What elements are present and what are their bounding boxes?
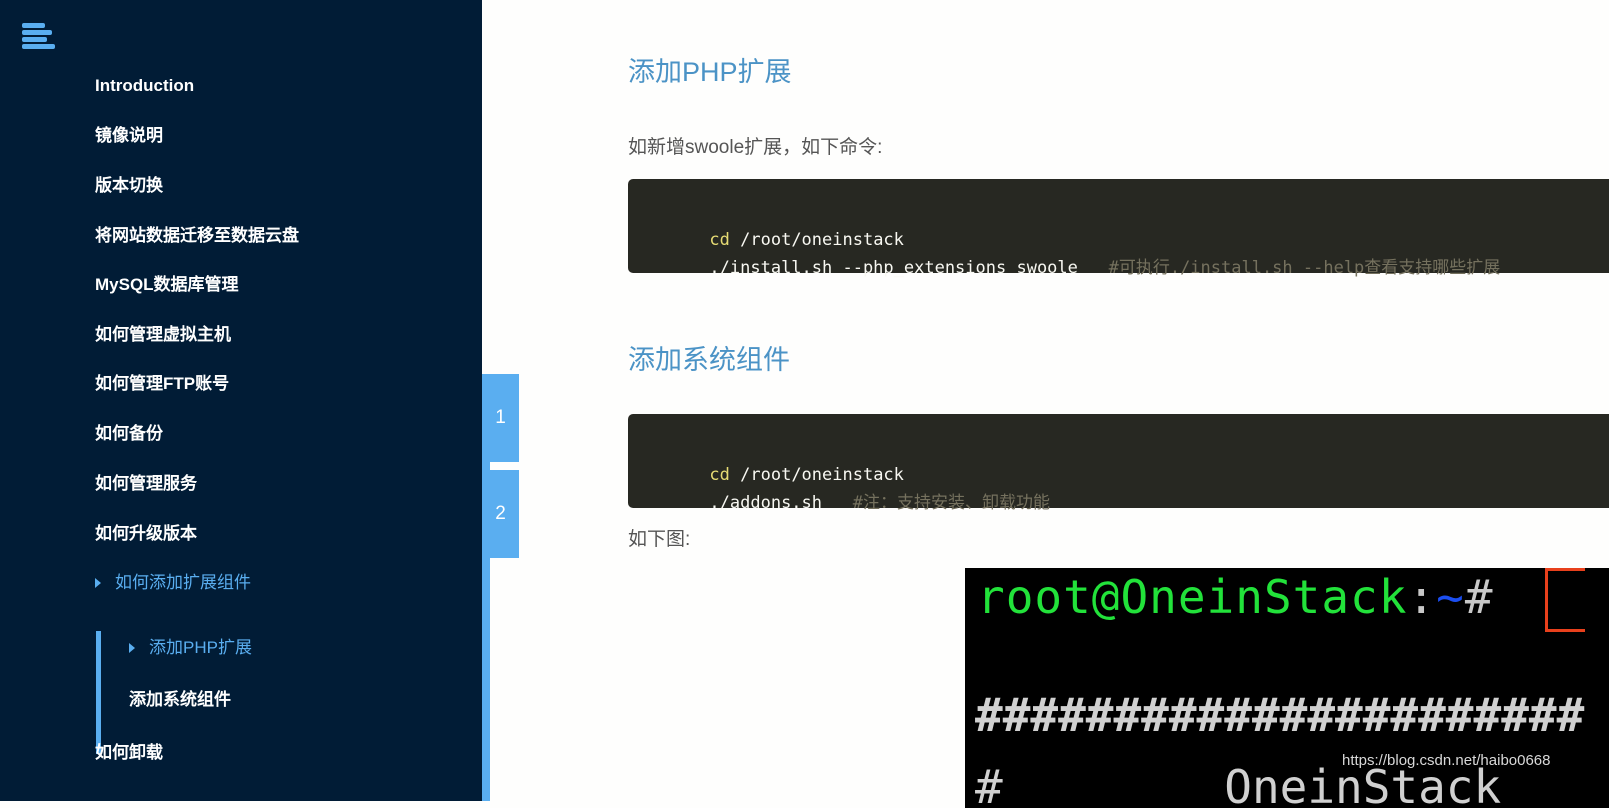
code-block-php-extension: cd /root/oneinstack ./install.sh --php_e… xyxy=(628,179,1609,278)
menu-bar xyxy=(22,37,47,42)
prompt-hash: # xyxy=(1464,570,1494,624)
terminal-prompt: root@OneinStack:~# xyxy=(977,570,1494,624)
image-watermark: https://blog.csdn.net/haibo0668 xyxy=(1342,752,1551,769)
sidebar-item-version-switch[interactable]: 版本切换 xyxy=(95,175,163,197)
sidebar-item-mysql[interactable]: MySQL数据库管理 xyxy=(95,274,239,296)
caret-right-icon xyxy=(129,643,135,653)
code-comment: #注：支持安装、卸载功能 xyxy=(852,493,1050,513)
sidebar-item-introduction[interactable]: Introduction xyxy=(95,75,194,97)
prompt-tilde: ~ xyxy=(1436,570,1465,624)
sidebar: Introduction 镜像说明 版本切换 将网站数据迁移至数据云盘 MySQ… xyxy=(0,0,482,801)
sidebar-item-backup[interactable]: 如何备份 xyxy=(95,423,163,445)
sidebar-item-vhost[interactable]: 如何管理虚拟主机 xyxy=(95,324,231,346)
sidebar-item-services[interactable]: 如何管理服务 xyxy=(95,473,197,495)
sidebar-item-migrate-data[interactable]: 将网站数据迁移至数据云盘 xyxy=(95,225,299,247)
caret-right-icon xyxy=(95,578,101,588)
sidebar-subitem-add-php-extension[interactable]: 添加PHP扩展 xyxy=(149,637,252,659)
page-tab-2[interactable]: 2 xyxy=(482,470,519,558)
sidebar-subitem-add-system-component[interactable]: 添加系统组件 xyxy=(129,689,231,711)
hamburger-menu-icon[interactable] xyxy=(21,22,57,50)
terminal-hash-line: ###################### xyxy=(975,688,1585,742)
highlight-box xyxy=(1545,568,1585,632)
menu-bar xyxy=(22,30,52,35)
prompt-user: root@OneinStack xyxy=(977,570,1408,624)
sidebar-item-image-description[interactable]: 镜像说明 xyxy=(95,125,163,147)
sidebar-item-upgrade[interactable]: 如何升级版本 xyxy=(95,523,197,545)
menu-bar xyxy=(22,44,55,49)
section-intro-text: 如新增swoole扩展，如下命令: xyxy=(628,137,883,158)
code-text: ./addons.sh xyxy=(709,493,853,513)
submenu-indicator-bar xyxy=(96,631,101,754)
sidebar-item-add-extensions[interactable]: 如何添加扩展组件 xyxy=(115,572,251,594)
code-comment: #可执行./install.sh --help查看支持哪些扩展 xyxy=(1108,258,1501,278)
figure-caption-text: 如下图: xyxy=(628,529,691,550)
page-tab-1[interactable]: 1 xyxy=(482,374,519,462)
section-heading-add-system-component: 添加系统组件 xyxy=(628,345,790,375)
sidebar-item-ftp[interactable]: 如何管理FTP账号 xyxy=(95,373,229,395)
code-text: ./install.sh --php_extensions swoole xyxy=(709,258,1109,278)
prompt-colon: : xyxy=(1407,570,1437,624)
terminal-screenshot-image: root@OneinStack:~# #####################… xyxy=(965,568,1609,808)
menu-bar xyxy=(22,23,45,28)
section-heading-add-php-extension: 添加PHP扩展 xyxy=(628,57,792,87)
code-block-system-component: cd /root/oneinstack ./addons.sh #注：支持安装、… xyxy=(628,414,1609,513)
sidebar-item-uninstall[interactable]: 如何卸载 xyxy=(95,742,163,764)
